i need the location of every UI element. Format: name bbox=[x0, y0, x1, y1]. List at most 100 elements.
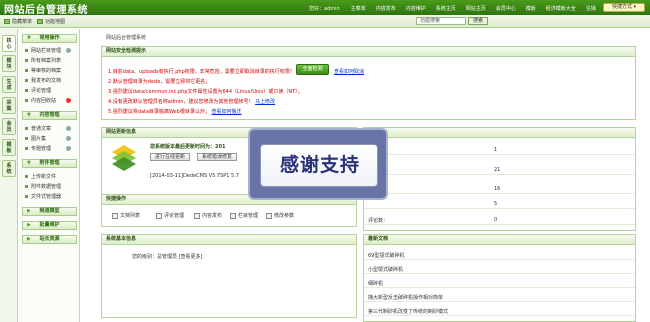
vtab-template[interactable]: 模板 bbox=[2, 139, 16, 156]
topnav-item-member[interactable]: 会员中心 bbox=[496, 5, 516, 12]
sidebar-item-topics[interactable]: 专题管理 bbox=[25, 145, 51, 152]
quick-publish[interactable]: 内容发布 bbox=[194, 212, 222, 219]
sidebar-item-all-docs[interactable]: 所有档案列表 bbox=[25, 57, 61, 64]
stats-row: 评论数： 0 bbox=[364, 214, 635, 225]
chevron-right-icon: ▶ bbox=[27, 222, 31, 228]
user-level: 您的级别：总管理员 [查看更多] bbox=[132, 254, 203, 260]
sidebar-item-columns[interactable]: 网站栏目管理 bbox=[25, 47, 61, 54]
topnav-item-sitehome[interactable]: 网站主页 bbox=[466, 5, 486, 12]
top-bar: 网站后台管理系统 您好：admin 主菜单 内容发布 内容维护 系统主页 网站主… bbox=[0, 0, 650, 16]
security-warning-4: 4.没有更改默认管理员名称admin，建议您修改为其他管理帐号！ 马上修改 bbox=[108, 99, 276, 105]
sidebar-item-recycle[interactable]: 内容回收站 bbox=[25, 97, 56, 104]
security-warning-5: 5.强烈建议将data目录搬离Web根目录以外； 查看如何搬迁 bbox=[108, 109, 242, 115]
topnav-item-publish[interactable]: 内容发布 bbox=[376, 5, 396, 12]
menu-group-resources[interactable]: ▶ 站长资源 bbox=[22, 235, 77, 244]
map-icon bbox=[37, 19, 43, 24]
bullet-icon bbox=[25, 185, 28, 188]
vtab-generate[interactable]: 生成 bbox=[2, 76, 16, 93]
stats-row: 16 bbox=[364, 183, 635, 194]
quick-columns[interactable]: 栏目管理 bbox=[230, 212, 258, 219]
security-warning-2: 2.默认管理目录为dede，需要立即将它更名； bbox=[108, 79, 211, 85]
topnav-item-main[interactable]: 主菜单 bbox=[351, 5, 366, 12]
quick-comments[interactable]: 评论管理 bbox=[156, 212, 184, 219]
list-item[interactable]: 细碎机 bbox=[364, 277, 635, 288]
topnav-item-maintain[interactable]: 内容维护 bbox=[406, 5, 426, 12]
security-warning-1: 1.目前data、uploads有执行.php权限，非常危险，需要立即取消目录的… bbox=[108, 69, 295, 75]
add-icon[interactable] bbox=[66, 136, 71, 141]
topnav-item-syshome[interactable]: 系统主页 bbox=[436, 5, 456, 12]
menu-group-common[interactable]: ▼ 常用操作 bbox=[22, 34, 77, 43]
shortcut-dropdown[interactable]: 快捷方式 ▾ bbox=[603, 3, 645, 12]
topnav-item-template[interactable]: 模板 bbox=[526, 5, 536, 12]
function-search-input[interactable]: 功能搜索 bbox=[416, 17, 466, 25]
menu-group-channel[interactable]: ▶ 频道模型 bbox=[22, 207, 77, 216]
hide-menu-link[interactable]: 隐藏菜单 bbox=[4, 18, 32, 25]
sidebar-item-comments[interactable]: 评论管理 bbox=[25, 87, 51, 94]
thanks-text: 感谢支持 bbox=[279, 154, 360, 176]
modify-link[interactable]: 马上修改 bbox=[255, 99, 275, 105]
sidebar-item-my-docs[interactable]: 我发布的文档 bbox=[25, 77, 61, 84]
user-greeting: 您好：admin bbox=[309, 5, 340, 12]
bullet-icon bbox=[25, 195, 28, 198]
online-update-button[interactable]: 进行在线更新 bbox=[150, 153, 190, 161]
vtab-core[interactable]: 核心 bbox=[2, 35, 16, 52]
sidebar-item-file-manager[interactable]: 文件式管理器 bbox=[25, 193, 61, 200]
security-warning-3: 3.强烈建议data/common.inc.php文件属性设置为644（Linu… bbox=[108, 89, 303, 95]
gear-icon bbox=[266, 212, 272, 219]
list-item[interactable]: 拽大新型反击破碎机操作相对简单 bbox=[364, 291, 635, 302]
vtab-collect[interactable]: 采集 bbox=[2, 97, 16, 114]
quick-settings[interactable]: 修改参数 bbox=[266, 212, 294, 219]
sidebar-item-images[interactable]: 图片集 bbox=[25, 135, 46, 142]
search-button[interactable]: 搜索 bbox=[468, 17, 488, 25]
sidebar-item-upload[interactable]: 上传新文件 bbox=[25, 173, 56, 180]
vtab-member[interactable]: 会员 bbox=[2, 118, 16, 135]
sysinfo-panel-title: 系统基本信息 bbox=[102, 235, 356, 245]
latest-docs-title: 最新文档 bbox=[364, 235, 635, 245]
move-data-link[interactable]: 查看如何搬迁 bbox=[212, 109, 242, 115]
sidebar-item-attach-data[interactable]: 附件数据管理 bbox=[25, 183, 61, 190]
sidebar-item-pending-docs[interactable]: 等审核的档案 bbox=[25, 67, 61, 74]
stats-row: 5 bbox=[364, 198, 635, 209]
stats-row: 1 bbox=[364, 144, 635, 155]
dedecms-logo-icon bbox=[112, 145, 136, 171]
menu-group-batch[interactable]: ▶ 批量维护 bbox=[22, 221, 77, 230]
vtab-module[interactable]: 模块 bbox=[2, 55, 16, 72]
how-to-cancel-link[interactable]: 查看如何取消 bbox=[334, 68, 364, 75]
topnav-item-templates-all[interactable]: 经济模板大全 bbox=[546, 5, 576, 12]
app-logo-title: 网站后台管理系统 bbox=[4, 5, 88, 16]
bullet-icon bbox=[25, 49, 28, 52]
breadcrumb: 网站后台管理系统 bbox=[106, 35, 147, 41]
add-icon[interactable] bbox=[66, 126, 71, 131]
menu-group-content[interactable]: ▼ 内容管理 bbox=[22, 111, 77, 120]
stats-panel: 1 21 16 5 评论数： 0 bbox=[363, 127, 636, 231]
vtab-system[interactable]: 系统 bbox=[2, 160, 16, 177]
chevron-right-icon: ▶ bbox=[27, 236, 31, 242]
publish-icon bbox=[194, 212, 200, 219]
recycle-icon[interactable] bbox=[66, 98, 71, 103]
admin-app: 网站后台管理系统 您好：admin 主菜单 内容发布 内容维护 系统主页 网站主… bbox=[0, 0, 650, 322]
topnav-item-logout[interactable]: 注销 bbox=[586, 5, 596, 12]
sidebar-item-articles[interactable]: 普通文章 bbox=[25, 125, 51, 132]
chevron-down-icon: ▼ bbox=[27, 160, 31, 166]
add-icon[interactable] bbox=[66, 146, 71, 151]
function-map-link[interactable]: 功能地图 bbox=[37, 18, 65, 25]
sysinfo-panel: 系统基本信息 您的级别：总管理员 [查看更多] bbox=[101, 234, 357, 318]
security-panel-title: 网站安全检测提示 bbox=[102, 47, 635, 57]
update-log: [2014-03-11]DedeCMS V5.7SP1 5.7 bbox=[150, 173, 239, 179]
list-item[interactable]: 小型颚式破碎机 bbox=[364, 263, 635, 274]
top-nav: 您好：admin 主菜单 内容发布 内容维护 系统主页 网站主页 会员中心 模板… bbox=[309, 4, 601, 12]
document-icon bbox=[112, 212, 118, 219]
list-item[interactable]: 69型颚式破碎机 bbox=[364, 249, 635, 260]
quick-doc-list[interactable]: 文档列表 bbox=[112, 212, 140, 219]
error-fix-button[interactable]: 系统错误修复 bbox=[197, 153, 237, 161]
list-item[interactable]: 第三代制砂机改变了传统的制砂模式 bbox=[364, 305, 635, 316]
menu-group-attachments[interactable]: ▼ 附件管理 bbox=[22, 159, 77, 168]
add-icon[interactable] bbox=[66, 48, 71, 53]
latest-docs-panel: 最新文档 69型颚式破碎机 小型颚式破碎机 细碎机 拽大新型反击破碎机操作相对简… bbox=[363, 234, 636, 322]
security-panel: 网站安全检测提示 1.目前data、uploads有执行.php权限，非常危险，… bbox=[101, 46, 636, 120]
stats-row: 21 bbox=[364, 164, 635, 175]
bullet-icon bbox=[25, 89, 28, 92]
stats-panel-header bbox=[364, 128, 635, 138]
thanks-overlay-box: 感谢支持 bbox=[260, 144, 378, 187]
full-check-button[interactable]: 全面检测 bbox=[296, 64, 329, 75]
